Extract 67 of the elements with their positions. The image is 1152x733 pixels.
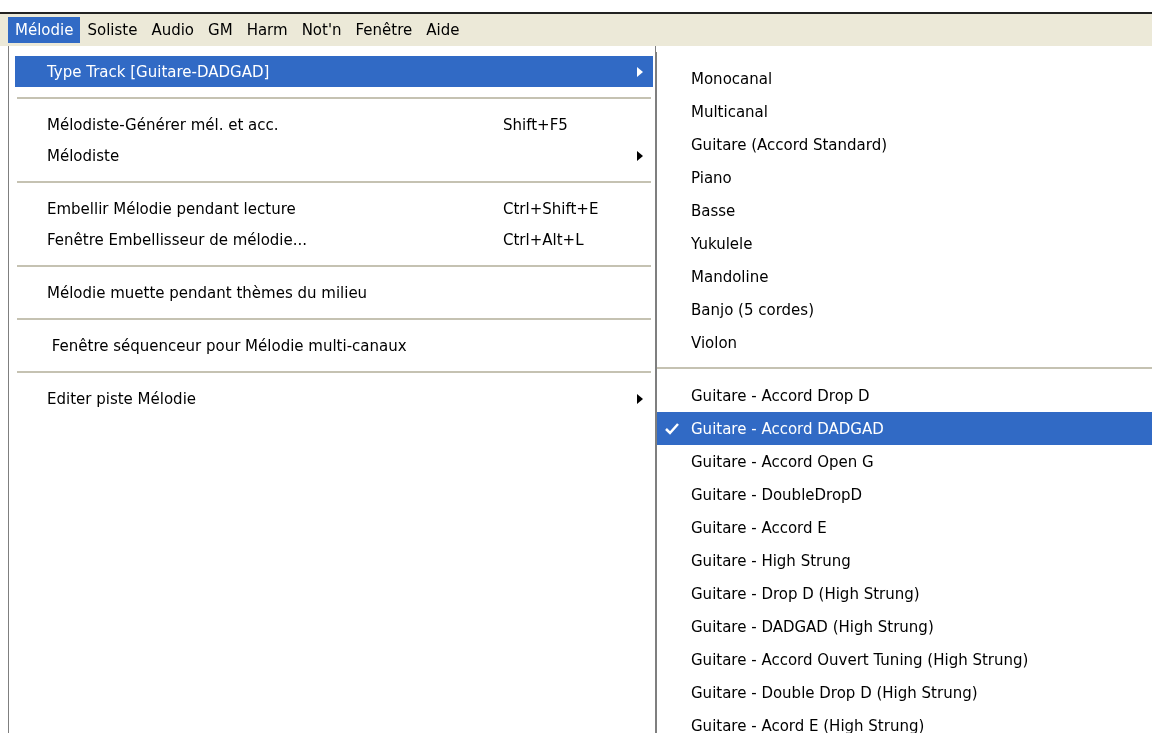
menu-item-label: Fenêtre Embellisseur de mélodie... <box>47 230 309 249</box>
menu-item[interactable]: Mélodiste <box>15 140 653 171</box>
submenu-item-label: Guitare - Accord Ouvert Tuning (High Strung) <box>691 650 1029 669</box>
submenu-item-label: Guitare - DoubleDropD <box>691 485 863 504</box>
shortcut-label: Shift+F5 <box>503 115 569 134</box>
menu-bar-item[interactable]: GM <box>201 17 240 43</box>
submenu-item[interactable]: Guitare - Acord E (High Strung) <box>657 709 1152 733</box>
submenu-item-label: Guitare - Double Drop D (High Strung) <box>691 683 978 702</box>
submenu-item-label: Guitare - DADGAD (High Strung) <box>691 617 934 636</box>
menu-item[interactable]: Fenêtre séquenceur pour Mélodie multi-canaux <box>15 330 653 361</box>
menu-item[interactable]: Mélodiste-Générer mél. et acc. Shift+F5 <box>15 109 653 140</box>
menu-item-label: Mélodie muette pendant thèmes du milieu <box>47 283 369 302</box>
submenu-item-label: Guitare - Accord DADGAD <box>691 419 884 438</box>
menu-item[interactable]: Embellir Mélodie pendant lecture Ctrl+Shift+E <box>15 193 653 224</box>
submenu-item-label: Guitare - Acord E (High Strung) <box>691 716 925 733</box>
submenu-item[interactable]: Mandoline <box>657 260 1152 293</box>
menu-item[interactable]: Mélodie muette pendant thèmes du milieu <box>15 277 653 308</box>
submenu-item[interactable]: Banjo (5 cordes) <box>657 293 1152 326</box>
submenu-item[interactable]: Piano <box>657 161 1152 194</box>
menu-bar-item[interactable]: Soliste <box>80 17 145 43</box>
submenu-item[interactable]: Guitare - Double Drop D (High Strung) <box>657 676 1152 709</box>
submenu-item-label: Piano <box>691 168 732 187</box>
submenu-item[interactable]: Multicanal <box>657 95 1152 128</box>
menu-bar-item[interactable]: Aide <box>419 17 467 43</box>
menu-item-label: Editer piste Mélodie <box>47 389 198 408</box>
menu-bar-item[interactable]: Harm <box>239 17 295 43</box>
submenu-item[interactable]: Basse <box>657 194 1152 227</box>
menu-bar-item[interactable]: Audio <box>144 17 202 43</box>
submenu-item[interactable]: Guitare - Accord Drop D <box>657 379 1152 412</box>
menu-item[interactable]: Type Track [Guitare-DADGAD] <box>15 56 653 87</box>
submenu-item[interactable]: Yukulele <box>657 227 1152 260</box>
submenu-item[interactable]: Guitare (Accord Standard) <box>657 128 1152 161</box>
menu-item-label: Type Track [Guitare-DADGAD] <box>47 62 271 81</box>
submenu-item[interactable]: Guitare - DoubleDropD <box>657 478 1152 511</box>
menu-item-label: Embellir Mélodie pendant lecture <box>47 199 297 218</box>
submenu-item-label: Guitare (Accord Standard) <box>691 135 887 154</box>
submenu-item-label: Banjo (5 cordes) <box>691 300 814 319</box>
menu-item-label: Mélodiste-Générer mél. et acc. <box>47 115 280 134</box>
menu-item[interactable]: Fenêtre Embellisseur de mélodie... Ctrl+Alt+L <box>15 224 653 255</box>
submenu-item[interactable]: Monocanal <box>657 62 1152 95</box>
menu-bar-item[interactable]: Fenêtre <box>348 17 420 43</box>
submenu-item-label: Multicanal <box>691 102 768 121</box>
menu-bar-item[interactable]: Mélodie <box>8 17 81 43</box>
submenu-item-label: Violon <box>691 333 738 352</box>
submenu-item-label: Guitare - Accord E <box>691 518 827 537</box>
submenu-item[interactable]: Guitare - Accord E <box>657 511 1152 544</box>
submenu-item[interactable]: Guitare - High Strung <box>657 544 1152 577</box>
submenu-item[interactable]: Guitare - Accord Ouvert Tuning (High Strung) <box>657 643 1152 676</box>
menu-item-label: Fenêtre séquenceur pour Mélodie multi-canaux <box>50 336 408 355</box>
submenu-item-label: Yukulele <box>691 234 753 253</box>
submenu-item-label: Guitare - High Strung <box>691 551 851 570</box>
submenu-item[interactable]: Guitare - Drop D (High Strung) <box>657 577 1152 610</box>
submenu-item[interactable]: Guitare - Accord Open G <box>657 445 1152 478</box>
menu-item[interactable]: Editer piste Mélodie <box>15 383 653 414</box>
submenu-item-label: Guitare - Accord Drop D <box>691 386 870 405</box>
submenu-item[interactable]: Guitare - DADGAD (High Strung) <box>657 610 1152 643</box>
submenu-item-label: Mandoline <box>691 267 769 286</box>
menu-bar-item[interactable]: Not'n <box>294 17 349 43</box>
submenu-item-label: Guitare - Drop D (High Strung) <box>691 584 920 603</box>
shortcut-label: Ctrl+Alt+L <box>503 230 585 249</box>
shortcut-label: Ctrl+Shift+E <box>503 199 600 218</box>
submenu-item[interactable]: Guitare - Accord DADGAD <box>657 412 1152 445</box>
menu-item-label: Mélodiste <box>47 146 121 165</box>
submenu-item-label: Basse <box>691 201 736 220</box>
submenu-item[interactable]: Violon <box>657 326 1152 359</box>
submenu-item-label: Guitare - Accord Open G <box>691 452 874 471</box>
submenu-item-label: Monocanal <box>691 69 773 88</box>
